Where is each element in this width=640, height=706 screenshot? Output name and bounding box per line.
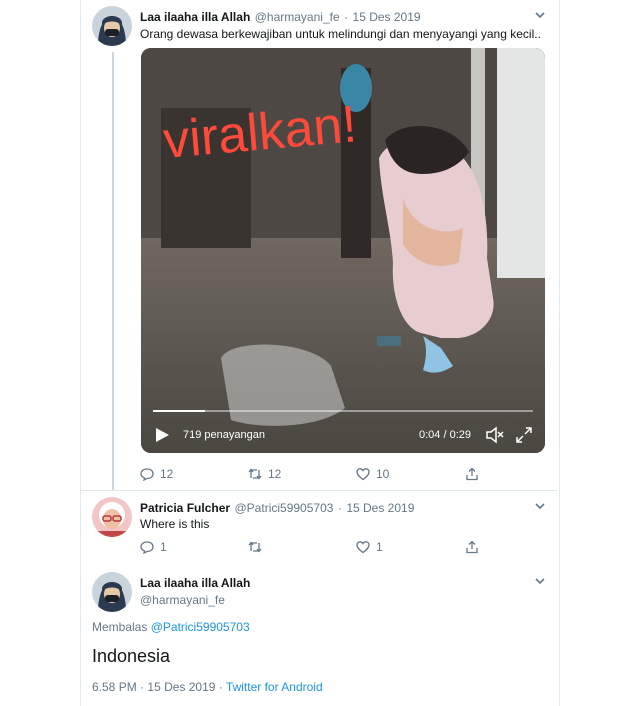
tweet-source-link[interactable]: Twitter for Android	[226, 680, 323, 694]
divider	[81, 490, 557, 491]
thread-connector	[112, 52, 114, 490]
tweet-actions: 12 12 10	[140, 467, 540, 483]
retweet-button[interactable]: 12	[248, 467, 281, 481]
reply-button[interactable]: 12	[140, 467, 173, 481]
like-icon	[356, 468, 370, 481]
tweet-text: Orang dewasa berkewajiban untuk melindun…	[140, 27, 541, 41]
avatar-image	[92, 497, 132, 537]
avatar-image	[92, 572, 132, 612]
retweet-icon	[248, 541, 262, 553]
caret-down-icon[interactable]	[533, 574, 547, 588]
reply-count: 1	[160, 540, 167, 554]
user-handle[interactable]: @Patrici59905703	[235, 501, 334, 515]
like-button[interactable]: 10	[356, 467, 389, 481]
play-icon[interactable]	[153, 426, 171, 444]
like-count: 1	[376, 540, 383, 554]
video-progress-fill	[153, 410, 206, 412]
separator-dot: ·	[218, 680, 223, 694]
share-button[interactable]	[465, 467, 479, 481]
share-icon	[466, 540, 478, 554]
avatar[interactable]	[92, 6, 132, 46]
video-frame: viralkan!	[141, 48, 545, 453]
separator-dot: ·	[140, 680, 145, 694]
reply-count: 12	[160, 467, 174, 481]
avatar[interactable]	[92, 497, 132, 537]
separator-dot: ·	[337, 501, 342, 515]
tweet-header: Laa ilaaha illa Allah @harmayani_fe · 15…	[140, 8, 421, 26]
like-icon	[356, 541, 370, 554]
tweet-header: Patricia Fulcher @Patrici59905703 · 15 D…	[140, 499, 414, 517]
display-name[interactable]: Laa ilaaha illa Allah	[140, 576, 250, 590]
fullscreen-icon[interactable]	[515, 426, 533, 444]
tweet-date[interactable]: 15 Des 2019	[353, 10, 421, 24]
display-name[interactable]: Laa ilaaha illa Allah	[140, 10, 250, 24]
retweet-icon	[248, 468, 262, 480]
avatar[interactable]	[92, 572, 132, 612]
replying-to-link[interactable]: @Patrici59905703	[151, 620, 250, 634]
replying-to: Membalas @Patrici59905703	[92, 620, 250, 634]
retweet-button[interactable]	[248, 540, 262, 554]
caret-down-icon[interactable]	[533, 499, 547, 513]
share-button[interactable]	[465, 540, 479, 554]
reply-icon	[140, 468, 154, 481]
tweet-meta: 6.58 PM · 15 Des 2019 · Twitter for Andr…	[92, 680, 323, 694]
tweet-actions: 1 1	[140, 540, 540, 556]
tweet-date[interactable]: 15 Des 2019	[147, 680, 215, 694]
share-icon	[466, 467, 478, 481]
user-handle[interactable]: @harmayani_fe	[255, 10, 340, 24]
user-handle[interactable]: @harmayani_fe	[140, 593, 225, 607]
tweet-date[interactable]: 15 Des 2019	[346, 501, 414, 515]
like-button[interactable]: 1	[356, 540, 383, 554]
tweet-text: Where is this	[140, 517, 210, 531]
reply-button[interactable]: 1	[140, 540, 167, 554]
tweet-time[interactable]: 6.58 PM	[92, 680, 137, 694]
video-player[interactable]: viralkan! 719 penayangan 0:04 / 0:29	[141, 48, 545, 453]
video-progress-bar[interactable]	[153, 410, 533, 412]
view-count: 719 penayangan	[183, 429, 265, 441]
reply-icon	[140, 541, 154, 554]
like-count: 10	[376, 467, 390, 481]
volume-icon[interactable]	[485, 425, 505, 445]
replying-prefix: Membalas	[92, 620, 148, 634]
display-name[interactable]: Patricia Fulcher	[140, 501, 230, 515]
retweet-count: 12	[268, 467, 282, 481]
avatar-image	[92, 6, 132, 46]
caret-down-icon[interactable]	[533, 8, 547, 22]
separator-dot: ·	[344, 10, 349, 24]
video-time: 0:04 / 0:29	[419, 429, 471, 441]
tweet-text: Indonesia	[92, 646, 171, 666]
